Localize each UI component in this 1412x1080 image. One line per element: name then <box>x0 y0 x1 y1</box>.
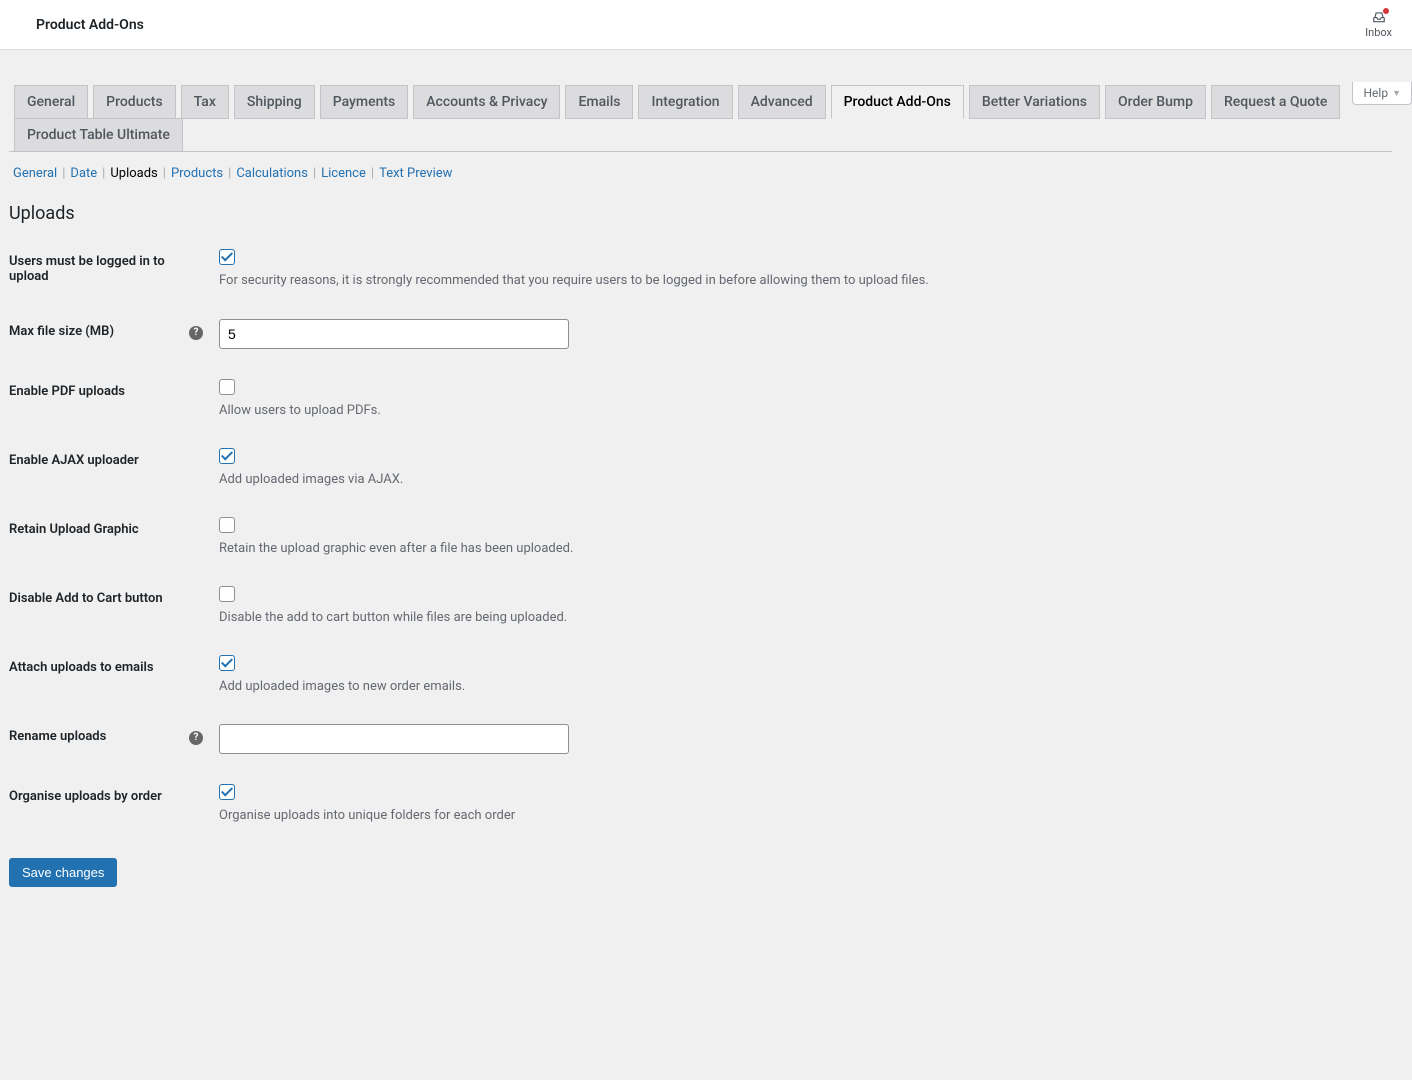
ajax-uploader-checkbox[interactable] <box>219 448 235 464</box>
settings-subtabs: General|Date|Uploads|Products|Calculatio… <box>9 166 1392 181</box>
inbox-button[interactable]: Inbox <box>1365 10 1392 39</box>
disable-cart-checkbox[interactable] <box>219 586 235 602</box>
notification-dot-icon <box>1383 8 1389 14</box>
field-desc: For security reasons, it is strongly rec… <box>219 273 1382 288</box>
help-tip-icon[interactable]: ? <box>189 731 203 745</box>
attach-emails-checkbox[interactable] <box>219 655 235 671</box>
field-desc: Add uploaded images to new order emails. <box>219 679 1382 694</box>
field-desc: Retain the upload graphic even after a f… <box>219 541 1382 556</box>
top-bar: Product Add-Ons Inbox <box>0 0 1412 50</box>
help-label: Help <box>1363 86 1388 100</box>
section-title: Uploads <box>9 203 1392 224</box>
field-desc: Disable the add to cart button while fil… <box>219 610 1382 625</box>
field-label: Enable PDF uploads <box>9 364 209 433</box>
page-title: Product Add-Ons <box>36 17 144 33</box>
rename-uploads-input[interactable] <box>219 724 569 754</box>
chevron-down-icon: ▼ <box>1392 88 1401 99</box>
tab-tax[interactable]: Tax <box>181 85 229 119</box>
subtab-uploads[interactable]: Uploads <box>106 166 161 181</box>
tab-accounts-privacy[interactable]: Accounts & Privacy <box>413 85 560 119</box>
field-label-text: Rename uploads <box>9 729 106 744</box>
tab-product-table-ultimate[interactable]: Product Table Ultimate <box>14 118 183 152</box>
field-label: Attach uploads to emails <box>9 640 209 709</box>
settings-tabs: GeneralProductsTaxShippingPaymentsAccoun… <box>9 50 1392 152</box>
organise-uploads-checkbox[interactable] <box>219 784 235 800</box>
field-label: Organise uploads by order <box>9 769 209 838</box>
subtab-calculations[interactable]: Calculations <box>232 166 312 181</box>
field-label: Rename uploads ? <box>9 709 209 769</box>
field-desc: Add uploaded images via AJAX. <box>219 472 1382 487</box>
subtab-products[interactable]: Products <box>167 166 227 181</box>
tab-order-bump[interactable]: Order Bump <box>1105 85 1206 119</box>
field-desc: Organise uploads into unique folders for… <box>219 808 1382 823</box>
help-button[interactable]: Help ▼ <box>1352 82 1412 105</box>
field-label: Retain Upload Graphic <box>9 502 209 571</box>
pdf-uploads-checkbox[interactable] <box>219 379 235 395</box>
max-file-size-input[interactable] <box>219 319 569 349</box>
save-button[interactable]: Save changes <box>9 858 117 887</box>
inbox-label: Inbox <box>1365 26 1392 39</box>
tab-advanced[interactable]: Advanced <box>738 85 826 119</box>
tab-integration[interactable]: Integration <box>638 85 732 119</box>
subtab-text-preview[interactable]: Text Preview <box>375 166 456 181</box>
retain-graphic-checkbox[interactable] <box>219 517 235 533</box>
tab-emails[interactable]: Emails <box>565 85 633 119</box>
tab-better-variations[interactable]: Better Variations <box>969 85 1100 119</box>
tab-product-add-ons[interactable]: Product Add-Ons <box>831 85 964 119</box>
logged-in-checkbox[interactable] <box>219 249 235 265</box>
inbox-icon <box>1371 10 1387 24</box>
subtab-licence[interactable]: Licence <box>317 166 370 181</box>
field-label: Enable AJAX uploader <box>9 433 209 502</box>
tab-products[interactable]: Products <box>93 85 176 119</box>
field-label-text: Max file size (MB) <box>9 324 114 339</box>
tab-request-a-quote[interactable]: Request a Quote <box>1211 85 1340 119</box>
settings-form: Users must be logged in to upload For se… <box>9 234 1392 838</box>
tab-shipping[interactable]: Shipping <box>234 85 315 119</box>
field-desc: Allow users to upload PDFs. <box>219 403 1382 418</box>
help-tip-icon[interactable]: ? <box>189 326 203 340</box>
tab-payments[interactable]: Payments <box>320 85 409 119</box>
field-label: Users must be logged in to upload <box>9 234 209 304</box>
tab-general[interactable]: General <box>14 85 88 119</box>
subtab-date[interactable]: Date <box>66 166 101 181</box>
field-label: Disable Add to Cart button <box>9 571 209 640</box>
field-label: Max file size (MB) ? <box>9 304 209 364</box>
subtab-general[interactable]: General <box>9 166 61 181</box>
